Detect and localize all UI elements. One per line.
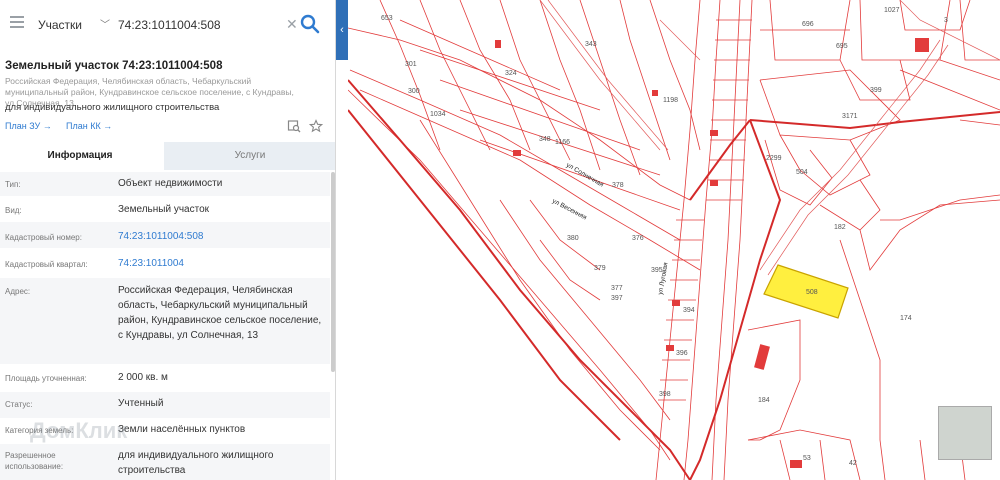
svg-text:1034: 1034	[430, 111, 446, 118]
cadastral-quarter-link[interactable]: 74:23:1011004	[118, 256, 323, 271]
svg-text:380: 380	[567, 235, 579, 242]
parcel-boundaries	[348, 0, 1000, 480]
row-label: Кадастровый номер:	[5, 233, 82, 242]
tab-info[interactable]: Информация	[0, 142, 160, 170]
row-label: Кадастровый квартал:	[5, 260, 88, 269]
svg-text:1027: 1027	[884, 7, 900, 14]
svg-text:397: 397	[611, 295, 623, 302]
cadastral-number-link[interactable]: 74:23:1011004:508	[118, 229, 323, 244]
svg-text:653: 653	[381, 15, 393, 22]
row-label: Вид:	[5, 206, 22, 215]
info-row: Вид: Земельный участок	[0, 196, 330, 222]
search-icon[interactable]	[298, 12, 322, 36]
parcel-title: Земельный участок 74:23:1011004:508	[5, 60, 223, 72]
svg-text:398: 398	[659, 391, 671, 398]
plan-kk-link[interactable]: План КК →	[66, 121, 112, 131]
star-icon[interactable]	[309, 119, 323, 133]
svg-text:42: 42	[849, 460, 857, 467]
svg-text:378: 378	[612, 182, 624, 189]
close-icon[interactable]: ✕	[286, 16, 298, 33]
row-label: Адрес:	[5, 287, 31, 296]
svg-text:695: 695	[836, 43, 848, 50]
svg-text:379: 379	[594, 265, 606, 272]
row-value: для индивидуального жилищного строительс…	[118, 450, 274, 476]
tab-services[interactable]: Услуги	[164, 142, 335, 170]
row-value: 2 000 кв. м	[118, 372, 168, 383]
street-labels: ул Солнечная ул Весенняя ул Луговая	[551, 162, 670, 296]
row-label: Площадь уточненная:	[5, 374, 87, 383]
svg-text:504: 504	[796, 169, 808, 176]
row-value: Земельный участок	[118, 204, 210, 215]
info-row: Кадастровый номер: 74:23:1011004:508	[0, 222, 330, 248]
svg-text:396: 396	[676, 350, 688, 357]
svg-text:377: 377	[611, 285, 623, 292]
search-bar: Участки ﹀ ✕	[0, 0, 335, 48]
svg-text:ул Весенняя: ул Весенняя	[551, 198, 588, 222]
info-row: Адрес: Российская Федерация, Челябинская…	[0, 278, 330, 364]
svg-text:184: 184	[758, 397, 770, 404]
info-row: Кадастровый квартал: 74:23:1011004	[0, 248, 330, 278]
svg-text:324: 324	[505, 70, 517, 77]
layer-select[interactable]: Участки	[38, 18, 82, 32]
svg-text:2299: 2299	[766, 155, 782, 162]
svg-text:1166: 1166	[555, 139, 570, 146]
buildings	[495, 38, 929, 468]
svg-text:343: 343	[585, 41, 597, 48]
info-row: Площадь уточненная: 2 000 кв. м	[0, 364, 330, 392]
row-label: Статус:	[5, 400, 33, 409]
svg-text:399: 399	[870, 87, 882, 94]
svg-text:696: 696	[802, 21, 814, 28]
svg-text:3: 3	[944, 17, 948, 24]
scrollbar[interactable]	[331, 172, 335, 372]
chevron-down-icon[interactable]: ﹀	[100, 16, 110, 31]
row-label: Тип:	[5, 180, 21, 189]
info-panel: Участки ﹀ ✕ Земельный участок 74:23:1011…	[0, 0, 336, 480]
cadastral-map[interactable]: 508 653 696 695 1027 3 301 324 399 300 3…	[348, 0, 1000, 480]
plan-zu-link[interactable]: План ЗУ →	[5, 121, 52, 131]
svg-text:174: 174	[900, 315, 912, 322]
parcel-purpose: для индивидуального жилищного строительс…	[5, 102, 220, 113]
svg-text:3171: 3171	[842, 113, 858, 120]
svg-text:182: 182	[834, 224, 846, 231]
svg-text:300: 300	[408, 88, 420, 95]
info-row: Тип: Объект недвижимости	[0, 172, 330, 196]
collapse-panel-button[interactable]: ‹	[336, 0, 348, 60]
row-value: Объект недвижимости	[118, 178, 223, 189]
row-value: Учтенный	[118, 398, 164, 409]
parcel-label-508: 508	[806, 289, 818, 296]
svg-text:53: 53	[803, 455, 811, 462]
map-canvas[interactable]: 508 653 696 695 1027 3 301 324 399 300 3…	[348, 0, 1000, 480]
svg-text:394: 394	[683, 307, 695, 314]
menu-icon[interactable]	[10, 16, 24, 28]
svg-text:376: 376	[632, 235, 644, 242]
svg-text:301: 301	[405, 61, 417, 68]
row-value: Российская Федерация, Челябинская област…	[118, 285, 322, 341]
info-row: Статус: Учтенный	[0, 392, 330, 418]
svg-text:1198: 1198	[663, 97, 678, 104]
svg-text:348: 348	[539, 136, 551, 143]
tabs: Информация Услуги	[0, 142, 335, 170]
info-row: Разрешенное использование: для индивидуа…	[0, 444, 330, 480]
minimap-thumbnail[interactable]	[938, 406, 992, 460]
watermark-logo: ДомКлик	[30, 418, 128, 443]
row-value: Земли населённых пунктов	[118, 424, 246, 435]
search-input[interactable]	[118, 14, 286, 36]
plan-view-icon[interactable]	[287, 119, 301, 133]
row-label: Разрешенное использование:	[5, 451, 64, 471]
